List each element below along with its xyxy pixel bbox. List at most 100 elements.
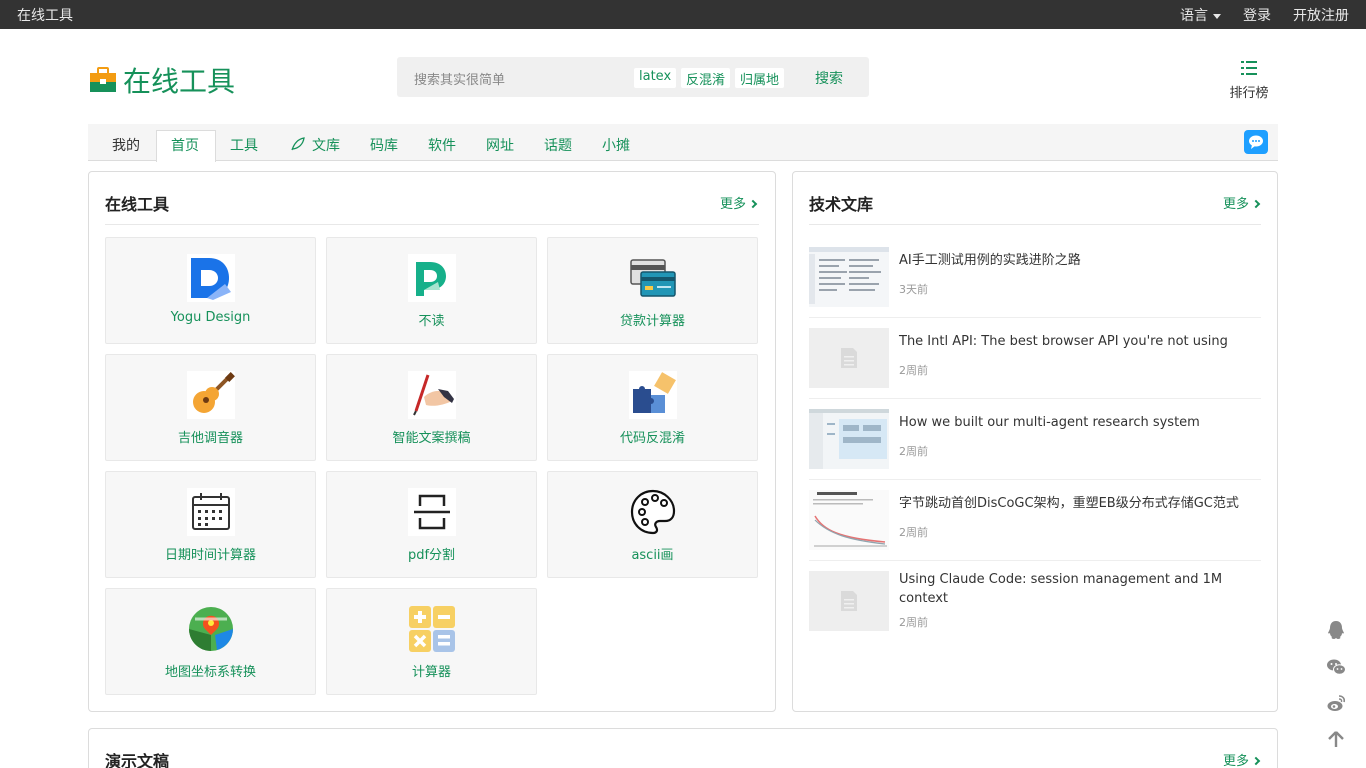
search-tag-deobfuscate[interactable]: 反混淆 <box>681 68 731 88</box>
tool-label: 贷款计算器 <box>619 314 685 329</box>
yogu-design-icon <box>187 254 235 302</box>
article-title: How we built our multi-agent research sy… <box>899 415 1200 430</box>
tools-more-link[interactable]: 更多 <box>720 193 758 212</box>
library-panel-title: 技术文库 <box>809 195 874 214</box>
tool-card-map-coordinate[interactable]: 地图坐标系转换 <box>105 588 316 695</box>
tools-panel-title: 在线工具 <box>105 195 170 214</box>
article-thumbnail <box>809 571 889 631</box>
chevron-right-icon <box>748 199 758 209</box>
article-time: 2周前 <box>899 616 928 629</box>
tool-label: 代码反混淆 <box>619 431 685 446</box>
article-item[interactable]: AI手工测试用例的实践进阶之路 3天前 <box>809 237 1261 318</box>
qq-icon[interactable] <box>1326 620 1346 640</box>
map-pin-icon <box>189 607 233 651</box>
divider <box>105 224 759 225</box>
logo[interactable]: 在线工具 <box>89 60 235 100</box>
library-more-label: 更多 <box>1223 197 1250 212</box>
diagram-thumbnail-icon <box>809 409 889 469</box>
credit-card-icon <box>630 259 676 297</box>
article-thumbnail <box>809 328 889 388</box>
chevron-down-icon <box>1213 13 1221 19</box>
split-icon <box>408 488 456 536</box>
login-link[interactable]: 登录 <box>1243 5 1271 25</box>
tool-card-loan-calculator[interactable]: 贷款计算器 <box>547 237 758 344</box>
tab-code[interactable]: 码库 <box>370 135 398 155</box>
ranking-button[interactable]: 排行榜 <box>1229 60 1269 101</box>
search-tag-location[interactable]: 归属地 <box>735 68 785 88</box>
back-to-top-icon[interactable] <box>1326 729 1346 749</box>
tool-label: 吉他调音器 <box>177 431 243 446</box>
language-label: 语言 <box>1180 8 1208 24</box>
search-box: 搜索其实很简单 <box>397 57 869 97</box>
tab-mine[interactable]: 我的 <box>112 135 140 155</box>
article-thumbnail <box>809 490 889 550</box>
article-title: The Intl API: The best browser API you'r… <box>899 334 1228 349</box>
tab-topics[interactable]: 话题 <box>544 135 572 155</box>
tool-label: ascii画 <box>631 548 674 563</box>
palette-icon <box>630 489 676 535</box>
puzzle-icon <box>629 371 677 419</box>
tool-card-yogu-design[interactable]: Yogu Design <box>105 237 316 344</box>
budu-icon <box>408 254 456 302</box>
tool-label: 日期时间计算器 <box>164 548 256 563</box>
toolbox-icon <box>90 67 116 92</box>
tools-more-label: 更多 <box>720 197 747 212</box>
tool-label: Yogu Design <box>170 310 251 325</box>
tab-sites[interactable]: 网址 <box>486 135 514 155</box>
tool-card-smart-writing[interactable]: 智能文案撰稿 <box>326 354 537 461</box>
article-title: Using Claude Code: session management an… <box>899 572 1223 606</box>
leaf-icon <box>291 137 305 151</box>
chat-button[interactable] <box>1244 130 1268 154</box>
search-button[interactable]: 搜索 <box>815 68 843 88</box>
chevron-right-icon <box>1251 199 1261 209</box>
document-placeholder-icon <box>841 348 857 368</box>
article-time: 2周前 <box>899 364 928 377</box>
tool-card-calculator[interactable]: 计算器 <box>326 588 537 695</box>
register-link[interactable]: 开放注册 <box>1293 5 1349 25</box>
tool-label: pdf分割 <box>407 548 456 563</box>
divider <box>809 224 1261 225</box>
tool-card-budu[interactable]: 不读 <box>326 237 537 344</box>
article-time: 2周前 <box>899 445 928 458</box>
search-input[interactable]: 搜索其实很简单 <box>414 69 505 88</box>
tab-tools[interactable]: 工具 <box>230 135 258 155</box>
article-time: 3天前 <box>899 283 928 296</box>
tab-library[interactable]: 文库 <box>312 135 340 155</box>
article-title: AI手工测试用例的实践进阶之路 <box>899 253 1081 268</box>
logo-text: 在线工具 <box>123 65 236 98</box>
chat-icon <box>1249 135 1263 149</box>
tool-card-date-calculator[interactable]: 日期时间计算器 <box>105 471 316 578</box>
article-item[interactable]: How we built our multi-agent research sy… <box>809 399 1261 480</box>
tool-card-code-deobfuscate[interactable]: 代码反混淆 <box>547 354 758 461</box>
tab-home[interactable]: 首页 <box>171 135 199 155</box>
tool-label: 地图坐标系转换 <box>164 665 256 680</box>
search-tag-latex[interactable]: latex <box>634 68 677 88</box>
tool-label: 计算器 <box>411 665 451 680</box>
tool-card-guitar-tuner[interactable]: 吉他调音器 <box>105 354 316 461</box>
article-item[interactable]: 字节跳动首创DisCoGC架构，重塑EB级分布式存储GC范式 2周前 <box>809 480 1261 561</box>
chevron-right-icon <box>1251 756 1261 766</box>
weibo-icon[interactable] <box>1326 693 1346 713</box>
tab-software[interactable]: 软件 <box>428 135 456 155</box>
slides-more-label: 更多 <box>1223 754 1250 768</box>
main-nav: 我的 首页 工具 文库 码库 软件 网址 话题 小摊 <box>88 124 1278 162</box>
article-item[interactable]: The Intl API: The best browser API you'r… <box>809 318 1261 399</box>
slides-panel <box>88 728 1278 768</box>
language-menu[interactable]: 语言 <box>1158 5 1221 25</box>
slides-more-link[interactable]: 更多 <box>1223 750 1261 768</box>
tool-card-ascii-art[interactable]: ascii画 <box>547 471 758 578</box>
site-name[interactable]: 在线工具 <box>17 5 73 25</box>
wechat-icon[interactable] <box>1326 657 1346 677</box>
guitar-icon <box>187 371 235 419</box>
tool-label: 智能文案撰稿 <box>392 431 471 446</box>
tool-card-pdf-split[interactable]: pdf分割 <box>326 471 537 578</box>
pen-hand-icon <box>408 371 456 419</box>
article-thumbnail <box>809 247 889 307</box>
article-title: 字节跳动首创DisCoGC架构，重塑EB级分布式存储GC范式 <box>899 496 1239 511</box>
ranking-label: 排行榜 <box>1229 86 1269 101</box>
tab-stall[interactable]: 小摊 <box>602 135 630 155</box>
calculator-icon <box>409 606 455 652</box>
library-more-link[interactable]: 更多 <box>1223 193 1261 212</box>
article-thumbnail <box>809 409 889 469</box>
article-item[interactable]: Using Claude Code: session management an… <box>809 561 1261 642</box>
